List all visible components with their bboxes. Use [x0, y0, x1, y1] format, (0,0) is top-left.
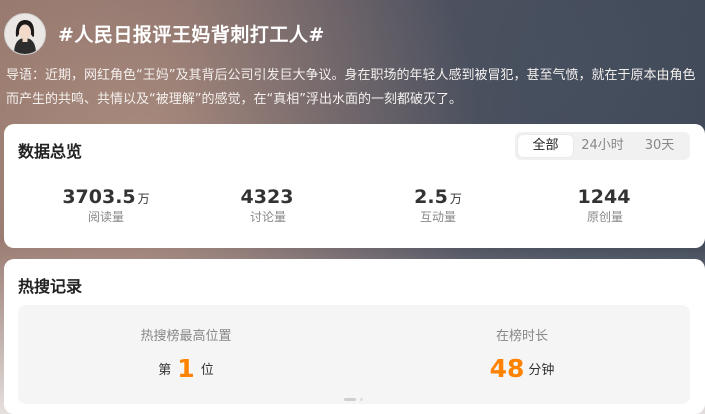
data-overview-card: 数据总览 全部 24小时 30天 3703.5 万 阅读量 4323 讨论量 2.…: [4, 124, 705, 248]
stat-interactions: 2.5 万 互动量: [363, 186, 513, 225]
hot-search-card: 热搜记录 热搜榜最高位置 第1位 在榜时长 48 分钟: [4, 259, 705, 414]
overview-title: 数据总览: [18, 142, 83, 161]
stat-label: 互动量: [419, 210, 456, 224]
stat-value: 2.5: [414, 186, 448, 208]
stat-unit: 万: [137, 192, 150, 206]
stat-original: 1244 原创量: [530, 186, 680, 225]
tab-24h[interactable]: 24小时: [575, 135, 630, 157]
peak-suffix: 位: [200, 363, 214, 378]
on-list-duration: 在榜时长 48 分钟: [354, 325, 690, 383]
duration-label: 在榜时长: [495, 329, 548, 344]
stat-unit: 万: [449, 192, 462, 206]
topic-title: #人民日报评王妈背刺打工人#: [58, 24, 325, 46]
page-indicator-active: [344, 398, 356, 401]
tab-all[interactable]: 全部: [518, 135, 573, 157]
stat-value: 1244: [577, 186, 631, 208]
peak-label: 热搜榜最高位置: [140, 329, 232, 344]
topic-header: #人民日报评王妈背刺打工人# 导语：近期，网红角色“王妈”及其背后公司引发巨大争…: [0, 0, 705, 118]
topic-intro: 导语：近期，网红角色“王妈”及其背后公司引发巨大争议。身在职场的年轻人感到被冒犯…: [6, 68, 696, 107]
duration-value: 48: [489, 354, 525, 383]
time-range-tabs: 全部 24小时 30天: [515, 132, 690, 160]
hot-search-panel: 热搜榜最高位置 第1位 在榜时长 48 分钟: [18, 305, 690, 404]
stat-label: 讨论量: [249, 210, 286, 224]
avatar[interactable]: [4, 13, 46, 55]
stat-value: 3703.5: [62, 186, 136, 208]
peak-position: 热搜榜最高位置 第1位: [18, 325, 354, 383]
stat-label: 阅读量: [87, 210, 124, 224]
stat-value: 4323: [240, 186, 294, 208]
avatar-portrait-icon: [5, 14, 45, 54]
stat-reads: 3703.5 万 阅读量: [31, 186, 181, 225]
hot-search-title: 热搜记录: [18, 277, 83, 296]
stat-label: 原创量: [586, 210, 623, 224]
peak-prefix: 第: [158, 363, 172, 378]
peak-value: 1: [177, 354, 195, 383]
stat-discussions: 4323 讨论量: [193, 186, 343, 225]
tab-30d[interactable]: 30天: [632, 135, 687, 157]
duration-unit: 分钟: [528, 363, 555, 378]
page-indicator-dot: [360, 398, 363, 401]
